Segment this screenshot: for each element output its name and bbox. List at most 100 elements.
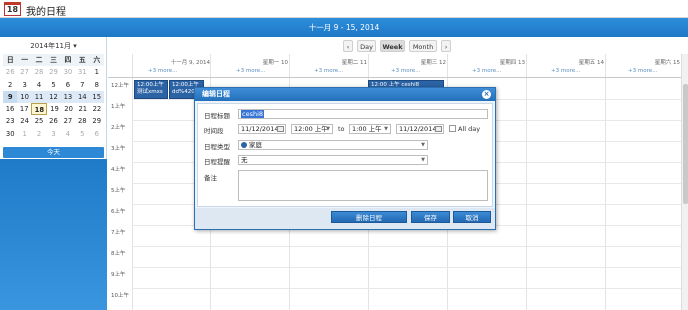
mini-day[interactable]: 28: [75, 115, 89, 127]
all-day-checkbox[interactable]: [449, 125, 456, 132]
more-events-link[interactable]: +3 more...: [148, 68, 177, 74]
day-column-header[interactable]: 星期六 15: [605, 58, 680, 66]
calendar-event[interactable]: 12:00上午 测试xmxs: [134, 80, 168, 99]
end-time-select[interactable]: 1:00 上午 ▼: [349, 124, 391, 134]
mini-day[interactable]: 28: [32, 66, 46, 78]
dow-label: 一: [17, 54, 32, 67]
mini-day[interactable]: 11: [31, 90, 47, 104]
mini-calendar: 日 一 二 三 四 五 六 26 27 28 29 30 31 1 2 3 4 …: [3, 54, 104, 140]
mini-day[interactable]: 15: [89, 90, 104, 104]
mini-day[interactable]: 19: [47, 103, 61, 115]
note-textarea[interactable]: [238, 170, 488, 201]
mini-day[interactable]: 27: [17, 66, 31, 78]
mini-day[interactable]: 30: [61, 66, 75, 78]
mini-day[interactable]: 26: [3, 66, 17, 78]
type-select[interactable]: 家庭 ▼: [238, 140, 428, 150]
mini-day[interactable]: 13: [60, 90, 76, 104]
mini-calendar-week: 30 1 2 3 4 5 6: [3, 128, 104, 140]
day-column-header[interactable]: 星期一 10: [210, 58, 288, 66]
prev-week-button[interactable]: ‹: [343, 40, 353, 52]
dow-label: 五: [75, 54, 90, 67]
subject-input[interactable]: ceshi8: [238, 109, 488, 119]
type-color-dot: [241, 142, 247, 148]
mini-day[interactable]: 5: [46, 79, 60, 91]
mini-day[interactable]: 4: [32, 79, 46, 91]
end-date-value: 11/12/2014: [399, 125, 437, 133]
end-time-value: 1:00 上午: [352, 125, 382, 133]
mini-day[interactable]: 26: [46, 115, 60, 127]
mini-day[interactable]: 22: [90, 103, 104, 115]
mini-day[interactable]: 27: [61, 115, 75, 127]
more-events-link[interactable]: +3 more...: [314, 68, 343, 74]
mini-day[interactable]: 2: [3, 79, 17, 91]
more-events-link[interactable]: +3 more...: [391, 68, 420, 74]
day-column-header[interactable]: 星期五 14: [526, 58, 604, 66]
next-week-button[interactable]: ›: [441, 40, 451, 52]
mini-day[interactable]: 3: [46, 128, 60, 140]
hour-label: 9上午: [111, 272, 126, 278]
mini-day[interactable]: 24: [17, 115, 31, 127]
mini-day[interactable]: 23: [3, 115, 17, 127]
mini-day[interactable]: 17: [17, 103, 31, 115]
mini-day[interactable]: 1: [90, 66, 104, 78]
note-label: 备注: [204, 174, 217, 182]
mini-day[interactable]: 8: [90, 79, 104, 91]
mini-day[interactable]: 20: [62, 103, 76, 115]
grid-scrollbar[interactable]: [681, 54, 688, 310]
delete-event-button[interactable]: 删除日程: [331, 211, 407, 223]
mini-day[interactable]: 1: [17, 128, 31, 140]
mini-day[interactable]: 14: [75, 90, 90, 104]
mini-day[interactable]: 7: [75, 79, 89, 91]
mini-day[interactable]: 10: [17, 90, 32, 104]
more-events-link[interactable]: +3 more...: [236, 68, 265, 74]
mini-day[interactable]: 29: [90, 115, 104, 127]
mini-day[interactable]: 31: [75, 66, 89, 78]
mini-day[interactable]: 6: [61, 79, 75, 91]
mini-day[interactable]: 12: [46, 90, 61, 104]
calendar-icon[interactable]: [277, 126, 284, 132]
grid-divider: [526, 54, 527, 310]
save-button[interactable]: 保存: [411, 211, 450, 223]
more-events-link[interactable]: +3 more...: [472, 68, 501, 74]
day-column-header[interactable]: 星期二 11: [289, 58, 367, 66]
cancel-button[interactable]: 取消: [453, 211, 491, 223]
start-time-select[interactable]: 12:00 上午 ▼: [291, 124, 333, 134]
title-bar: 18 我的日程: [0, 0, 688, 18]
dow-label: 三: [46, 54, 61, 67]
start-date-input[interactable]: 11/12/2014: [238, 124, 286, 134]
day-column-header[interactable]: 星期三 12: [368, 58, 446, 66]
scrollbar-thumb[interactable]: [683, 84, 688, 204]
mini-day[interactable]: 16: [3, 103, 17, 115]
close-icon[interactable]: ×: [482, 90, 491, 99]
day-column-header[interactable]: 星期四 13: [447, 58, 525, 66]
hour-line: [132, 267, 688, 268]
start-date-value: 11/12/2014: [241, 125, 279, 133]
mini-calendar-month-select[interactable]: 2014年11月 ▾: [0, 41, 107, 52]
today-button[interactable]: 今天: [3, 147, 104, 158]
mini-day[interactable]: 4: [61, 128, 75, 140]
mini-day[interactable]: 21: [76, 103, 90, 115]
mini-day[interactable]: 6: [90, 128, 104, 140]
more-events-link[interactable]: +3 more...: [628, 68, 657, 74]
mini-day-today[interactable]: 18: [31, 103, 48, 116]
end-date-input[interactable]: 11/12/2014: [396, 124, 444, 134]
mini-day[interactable]: 5: [75, 128, 89, 140]
hour-line: [132, 288, 688, 289]
month-view-button[interactable]: Month: [409, 40, 437, 52]
mini-day[interactable]: 25: [32, 115, 46, 127]
more-events-link[interactable]: +3 more...: [551, 68, 580, 74]
mini-day[interactable]: 2: [32, 128, 46, 140]
mini-day[interactable]: 30: [3, 128, 17, 140]
mini-day[interactable]: 9: [3, 90, 18, 104]
mini-day[interactable]: 3: [17, 79, 31, 91]
sidebar-panel-background: [0, 159, 107, 310]
mini-day[interactable]: 29: [46, 66, 60, 78]
date-range-header: 十一月 9 - 15, 2014: [0, 18, 688, 37]
view-toolbar: ‹ Day Week Month ›: [108, 37, 688, 54]
day-column-header[interactable]: 十一月 9, 2014: [132, 58, 210, 66]
day-view-button[interactable]: Day: [357, 40, 376, 52]
calendar-icon[interactable]: [435, 126, 442, 132]
reminder-label: 日程提醒: [204, 158, 230, 166]
reminder-select[interactable]: 无 ▼: [238, 155, 428, 165]
week-view-button[interactable]: Week: [380, 40, 405, 52]
